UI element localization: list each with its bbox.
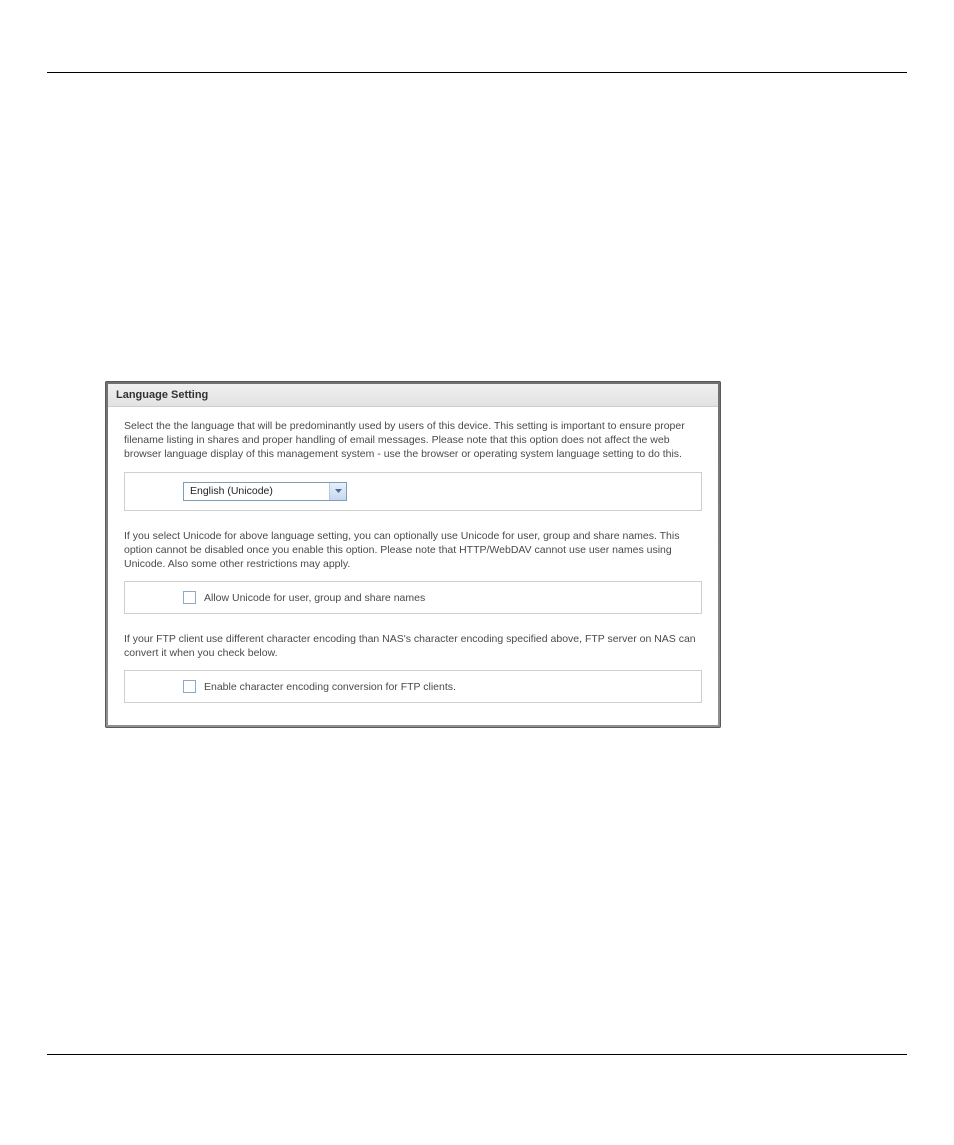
top-horizontal-rule xyxy=(47,72,907,73)
ftp-convert-row: Enable character encoding conversion for… xyxy=(124,670,702,703)
ftp-convert-label: Enable character encoding conversion for… xyxy=(204,681,456,693)
ftp-description: If your FTP client use different charact… xyxy=(124,632,702,660)
language-select-value: English (Unicode) xyxy=(184,485,329,497)
language-select-row: English (Unicode) xyxy=(124,472,702,511)
language-description: Select the the language that will be pre… xyxy=(124,419,702,462)
chevron-down-icon[interactable] xyxy=(329,483,346,500)
ftp-convert-checkbox[interactable] xyxy=(183,680,196,693)
panel-inner: Language Setting Select the the language… xyxy=(108,384,718,725)
language-select[interactable]: English (Unicode) xyxy=(183,482,347,501)
bottom-horizontal-rule xyxy=(47,1054,907,1055)
allow-unicode-label: Allow Unicode for user, group and share … xyxy=(204,592,425,604)
allow-unicode-row: Allow Unicode for user, group and share … xyxy=(124,581,702,614)
allow-unicode-checkbox[interactable] xyxy=(183,591,196,604)
panel-body: Select the the language that will be pre… xyxy=(108,407,718,725)
panel-title: Language Setting xyxy=(108,384,718,407)
unicode-description: If you select Unicode for above language… xyxy=(124,529,702,572)
language-setting-panel: Language Setting Select the the language… xyxy=(105,381,721,728)
